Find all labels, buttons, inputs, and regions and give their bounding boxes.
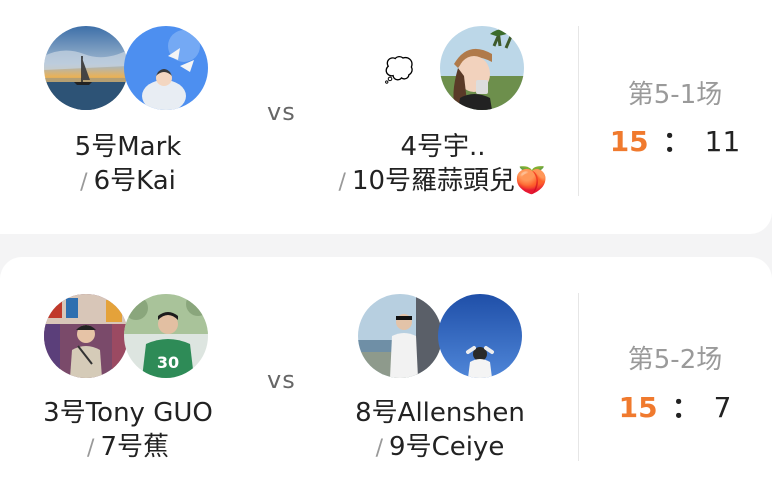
thought-bubble-icon: 💭 [384, 56, 414, 84]
score: 15 ： 7 [600, 386, 750, 426]
avatar-kai[interactable] [124, 26, 208, 110]
divider [578, 293, 579, 461]
score-right: 11 [704, 125, 741, 158]
divider [578, 26, 579, 196]
score: 15 ： 11 [600, 120, 750, 160]
avatar-allenshen[interactable] [358, 294, 442, 378]
avatar-tony-guo[interactable] [44, 294, 128, 378]
svg-text:30: 30 [157, 353, 179, 372]
right-player-1: 8号Allenshen [355, 398, 525, 428]
slash-separator: / [338, 170, 346, 195]
left-team-names: 5号Mark /6号Kai [30, 130, 226, 200]
right-player-2: 9号Ceiye [389, 432, 505, 462]
right-player-2: 10号羅蒜頭兒🍑 [351, 166, 548, 196]
avatar-yu[interactable] [440, 26, 524, 110]
avatar-jiao[interactable]: 30 [124, 294, 208, 378]
match-card-1[interactable]: 5号Mark /6号Kai vs 💭 4号宇.. /10号羅蒜頭兒🍑 第5-1场… [0, 0, 772, 234]
score-colon: ： [662, 125, 691, 158]
right-player-1: 4号宇.. [400, 132, 486, 162]
right-team-names: 8号Allenshen /9号Ceiye [330, 396, 550, 466]
left-player-2: 7号蕉 [100, 432, 169, 462]
score-left: 15 [609, 125, 649, 158]
left-player-2: 6号Kai [93, 166, 176, 196]
right-team-names: 4号宇.. /10号羅蒜頭兒🍑 [310, 130, 576, 200]
vs-label: vs [267, 98, 296, 126]
left-team-names: 3号Tony GUO /7号蕉 [20, 396, 236, 466]
left-player-1: 5号Mark [74, 132, 182, 162]
vs-label: vs [267, 366, 296, 394]
slash-separator: / [375, 436, 384, 461]
avatar-mark[interactable] [44, 26, 128, 110]
avatar-ceiye[interactable] [438, 294, 522, 378]
round-label: 第5-1场 [627, 80, 723, 110]
score-colon: ： [671, 391, 700, 424]
round-label: 第5-2场 [627, 345, 723, 375]
slash-separator: / [87, 436, 95, 461]
match-card-2[interactable]: 30 3号Tony GUO /7号蕉 vs 8号Allenshen / 9号Ce… [0, 257, 772, 498]
left-player-1: 3号Tony GUO [43, 398, 213, 428]
score-right: 7 [713, 391, 732, 424]
slash-separator: / [80, 170, 88, 195]
score-left: 15 [618, 391, 658, 424]
